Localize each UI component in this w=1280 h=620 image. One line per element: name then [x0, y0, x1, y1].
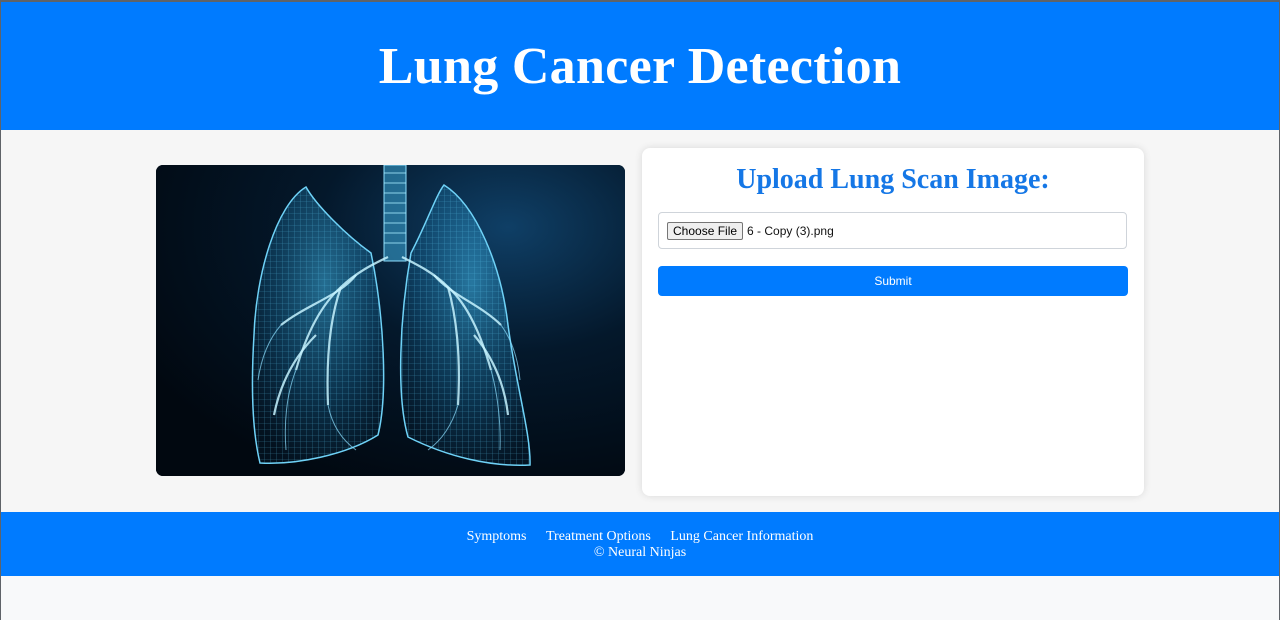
submit-button[interactable]: Submit [658, 266, 1128, 296]
page-bottom-space [1, 576, 1279, 620]
selected-file-name: 6 - Copy (3).png [747, 223, 834, 238]
footer-link-treatment-options[interactable]: Treatment Options [546, 529, 651, 544]
footer-copyright: © Neural Ninjas [593, 545, 687, 560]
lung-scan-hero-image [156, 165, 625, 476]
upload-heading: Upload Lung Scan Image: [736, 164, 1050, 195]
browser-viewport: Lung Cancer Detection Upload Lung Scan I… [0, 0, 1280, 620]
site-header: Lung Cancer Detection [1, 2, 1279, 130]
upload-card: Upload Lung Scan Image: Choose File 6 - … [642, 148, 1144, 496]
footer-link-lung-cancer-information[interactable]: Lung Cancer Information [670, 529, 813, 544]
file-input[interactable]: Choose File 6 - Copy (3).png [658, 212, 1127, 249]
footer-nav: Symptoms Treatment Options Lung Cancer I… [1, 512, 1279, 545]
site-footer: Symptoms Treatment Options Lung Cancer I… [1, 512, 1279, 576]
page-title: Lung Cancer Detection [378, 37, 902, 95]
choose-file-button[interactable]: Choose File [667, 221, 744, 240]
footer-link-symptoms[interactable]: Symptoms [467, 529, 527, 544]
main-content: Upload Lung Scan Image: Choose File 6 - … [1, 130, 1279, 512]
lung-xray-icon [156, 165, 625, 476]
